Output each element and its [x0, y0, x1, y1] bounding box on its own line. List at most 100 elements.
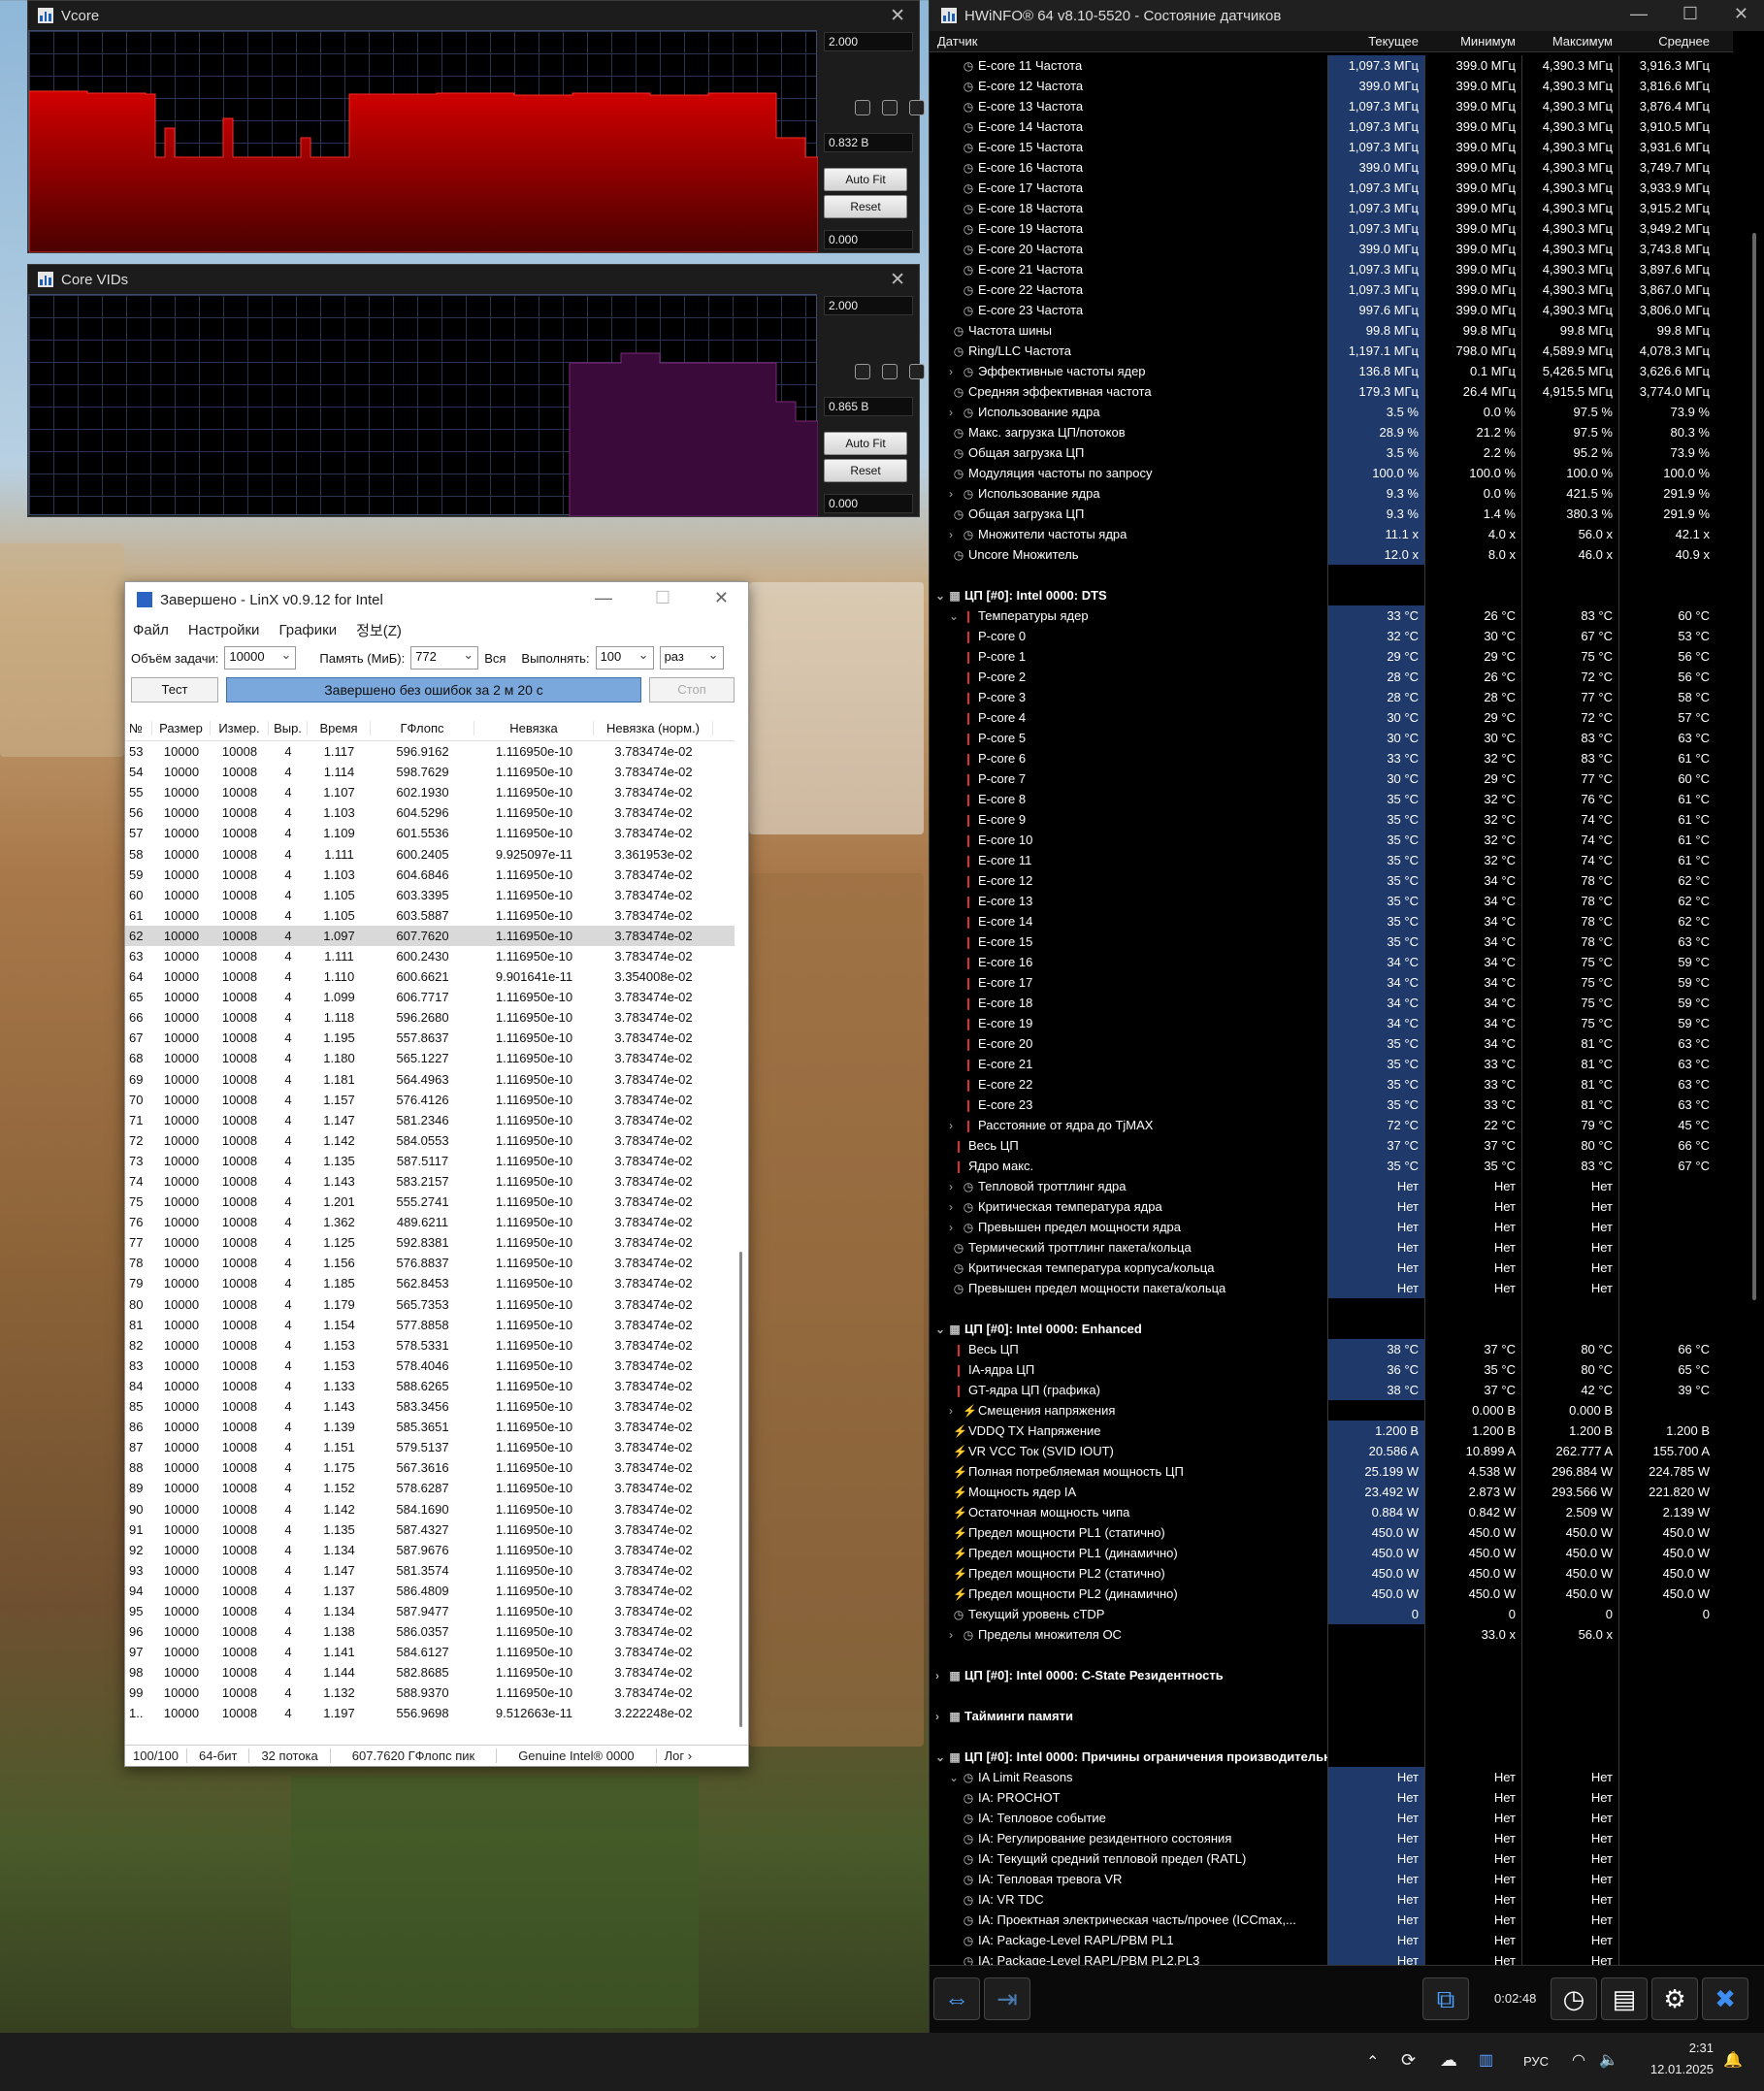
sensor-row[interactable]: ◷ E-core 23 Частота 997.6 МГц 399.0 МГц 4,39…	[930, 300, 1733, 320]
table-row[interactable]: 91 10000 10008 4 1.135 587.4327 1.116950e-10 3.…	[125, 1519, 735, 1540]
sensor-row[interactable]: ⚡VDDQ TX Напряжение 1.200 В 1.200 В 1.200 В…	[930, 1421, 1733, 1441]
hwinfo-tray-icon[interactable]: ▥	[1479, 2050, 1493, 2070]
table-row[interactable]: 59 10000 10008 4 1.103 604.6846 1.116950e-10 3.…	[125, 865, 735, 885]
chevron-right-icon[interactable]: ›	[949, 1221, 963, 1234]
close-icon[interactable]: ✕	[714, 588, 729, 608]
table-row[interactable]: 70 10000 10008 4 1.157 576.4126 1.116950e-10 3.…	[125, 1090, 735, 1110]
sensor-row[interactable]: ⌄ ❙ Температуры ядер 33 °C 26 °C 83 °C 60 °C	[930, 605, 1733, 626]
run-count-select[interactable]: 100	[595, 646, 654, 670]
sensor-row[interactable]: ◷ E-core 19 Частота 1,097.3 МГц 399.0 МГц 4,…	[930, 218, 1733, 239]
table-row[interactable]: 55 10000 10008 4 1.107 602.1930 1.116950e-10 3.…	[125, 782, 735, 802]
table-row[interactable]: 79 10000 10008 4 1.185 562.8453 1.116950e-10 3.…	[125, 1273, 735, 1293]
table-row[interactable]: 53 10000 10008 4 1.117 596.9162 1.116950e-10 3.…	[125, 741, 735, 762]
sensor-row[interactable]: ❙ IA-ядра ЦП 36 °C 35 °C 80 °C 65 °C	[930, 1359, 1733, 1380]
sensor-row[interactable]: › ❙ Расстояние от ядра до TjMAX 72 °C 22 °C 7…	[930, 1115, 1733, 1135]
clock-time[interactable]: 2:31	[1679, 2041, 1714, 2055]
sensor-row[interactable]: ❙ P-core 0 32 °C 30 °C 67 °C 53 °C	[930, 626, 1733, 646]
sensor-group-header[interactable]: › ▦ ЦП [#0]: Intel 0000: C-State Резидентн…	[930, 1665, 1733, 1685]
table-row[interactable]: 82 10000 10008 4 1.153 578.5331 1.116950e-10 3.…	[125, 1335, 735, 1356]
col-min[interactable]: Минимум	[1424, 34, 1521, 49]
sensor-row[interactable]: ❙ E-core 13 35 °C 34 °C 78 °C 62 °C	[930, 891, 1733, 911]
sensor-row[interactable]: ❙ E-core 22 35 °C 33 °C 81 °C 63 °C	[930, 1074, 1733, 1095]
sensor-row[interactable]: ◷ IA: Тепловое событие Нет Нет Нет	[930, 1808, 1733, 1828]
clock-date[interactable]: 12.01.2025	[1642, 2062, 1714, 2076]
sensor-row[interactable]: › ◷ Критическая температура ядра Нет Нет Нет	[930, 1196, 1733, 1217]
chevron-down-icon[interactable]: ⌄	[935, 589, 949, 603]
table-row[interactable]: 89 10000 10008 4 1.152 578.6287 1.116950e-10 3.…	[125, 1478, 735, 1498]
table-row[interactable]: 61 10000 10008 4 1.105 603.5887 1.116950e-10 3.…	[125, 905, 735, 926]
sensor-row[interactable]: ❙ P-core 7 30 °C 29 °C 77 °C 60 °C	[930, 768, 1733, 789]
col-residual[interactable]: Невязка	[474, 721, 594, 735]
chevron-down-icon[interactable]: ⌄	[949, 609, 963, 623]
sensor-row[interactable]: ◷ Превышен предел мощности пакета/кольца Н…	[930, 1278, 1733, 1298]
sensor-row[interactable]: ◷ E-core 14 Частота 1,097.3 МГц 399.0 МГц 4,…	[930, 116, 1733, 137]
sensor-row[interactable]: ❙ E-core 20 35 °C 34 °C 81 °C 63 °C	[930, 1033, 1733, 1054]
table-row[interactable]: 60 10000 10008 4 1.105 603.3395 1.116950e-10 3.…	[125, 885, 735, 905]
chevron-right-icon[interactable]: ›	[949, 1180, 963, 1193]
table-row[interactable]: 99 10000 10008 4 1.132 588.9370 1.116950e-10 3.…	[125, 1683, 735, 1703]
table-row[interactable]: 78 10000 10008 4 1.156 576.8837 1.116950e-10 3.…	[125, 1253, 735, 1273]
table-row[interactable]: 66 10000 10008 4 1.118 596.2680 1.116950e-10 3.…	[125, 1007, 735, 1028]
sensor-row[interactable]: ❙ Весь ЦП 38 °C 37 °C 80 °C 66 °C	[930, 1339, 1733, 1359]
sensor-row[interactable]: ❙ E-core 18 34 °C 34 °C 75 °C 59 °C	[930, 993, 1733, 1013]
menu-file[interactable]: Файл	[133, 622, 169, 638]
sensor-row[interactable]: › ◷ Использование ядра 9.3 % 0.0 % 421.5 % 291…	[930, 483, 1733, 504]
network-icon[interactable]: ⧉	[1422, 1977, 1469, 2020]
col-current[interactable]: Текущее	[1327, 34, 1424, 49]
graph-option-checkbox[interactable]	[882, 364, 898, 379]
sensor-scrollbar[interactable]	[1752, 233, 1756, 1300]
table-row[interactable]: 64 10000 10008 4 1.110 600.6621 9.901641e-11 3.…	[125, 966, 735, 987]
chevron-right-icon[interactable]: ›	[949, 1404, 963, 1418]
close-icon[interactable]: ✕	[890, 5, 905, 27]
sensor-row[interactable]: ◷ E-core 18 Частота 1,097.3 МГц 399.0 МГц 4,…	[930, 198, 1733, 218]
col-align[interactable]: Выр.	[269, 721, 308, 735]
chevron-right-icon[interactable]: ›	[949, 487, 963, 501]
close-icon[interactable]: ✕	[890, 269, 905, 291]
sensor-row[interactable]: ❙ P-core 1 29 °C 29 °C 75 °C 56 °C	[930, 646, 1733, 667]
chevron-up-icon[interactable]: ⌃	[1366, 2052, 1379, 2072]
table-row[interactable]: 83 10000 10008 4 1.153 578.4046 1.116950e-10 3.…	[125, 1356, 735, 1376]
chevron-down-icon[interactable]: ⌄	[935, 1750, 949, 1764]
sensor-group-header[interactable]: › ▦ Тайминги памяти	[930, 1706, 1733, 1726]
sensor-row[interactable]: › ◷ Эффективные частоты ядер 136.8 МГц 0.1 М…	[930, 361, 1733, 381]
col-size[interactable]: Размер	[152, 721, 211, 735]
chevron-right-icon[interactable]: ›	[949, 1628, 963, 1642]
col-sensor[interactable]: Датчик	[930, 34, 1327, 49]
sensor-row[interactable]: ◷ IA: VR TDC Нет Нет Нет	[930, 1889, 1733, 1910]
table-row[interactable]: 97 10000 10008 4 1.141 584.6127 1.116950e-10 3.…	[125, 1642, 735, 1662]
col-dim[interactable]: Измер.	[211, 721, 269, 735]
table-row[interactable]: 62 10000 10008 4 1.097 607.7620 1.116950e-10 3.…	[125, 925, 735, 946]
sensor-row[interactable]: › ◷ Множители частоты ядра 11.1 x 4.0 x 56.0 …	[930, 524, 1733, 544]
notification-bell-icon[interactable]: 🔔	[1723, 2050, 1743, 2070]
sensor-row[interactable]: ◷ Uncore Множитель 12.0 x 8.0 x 46.0 x 40.9 x	[930, 544, 1733, 565]
scale-max[interactable]: 2.000	[824, 32, 913, 51]
sensor-row[interactable]: ⚡Остаточная мощность чипа 0.884 W 0.842 W2…	[930, 1502, 1733, 1522]
scale-min[interactable]: 0.000	[824, 230, 913, 249]
table-row[interactable]: 72 10000 10008 4 1.142 584.0553 1.116950e-10 3.…	[125, 1130, 735, 1151]
sensor-row[interactable]: ❙ E-core 19 34 °C 34 °C 75 °C 59 °C	[930, 1013, 1733, 1033]
run-unit-select[interactable]: раз	[659, 646, 724, 670]
mem-select[interactable]: 772	[410, 646, 479, 670]
sensor-row[interactable]: ◷ E-core 21 Частота 1,097.3 МГц 399.0 МГц 4,…	[930, 259, 1733, 279]
chevron-right-icon[interactable]: ›	[949, 406, 963, 419]
linx-titlebar[interactable]: Завершено - LinX v0.9.12 for Intel — ☐ ✕	[125, 582, 748, 617]
sensor-row[interactable]: ◷ E-core 12 Частота 399.0 МГц 399.0 МГц 4,39…	[930, 76, 1733, 96]
reset-button[interactable]: Reset	[824, 459, 907, 482]
sensor-row[interactable]: ❙ P-core 4 30 °C 29 °C 72 °C 57 °C	[930, 707, 1733, 728]
vcore-titlebar[interactable]: Vcore ✕	[28, 1, 919, 30]
table-row[interactable]: 86 10000 10008 4 1.139 585.3651 1.116950e-10 3.…	[125, 1417, 735, 1437]
menu-settings[interactable]: Настройки	[188, 622, 260, 638]
graph-option-checkbox[interactable]	[882, 100, 898, 115]
table-row[interactable]: 77 10000 10008 4 1.125 592.8381 1.116950e-10 3.…	[125, 1232, 735, 1253]
table-row[interactable]: 80 10000 10008 4 1.179 565.7353 1.116950e-10 3.…	[125, 1294, 735, 1315]
table-row[interactable]: 57 10000 10008 4 1.109 601.5536 1.116950e-10 3.…	[125, 823, 735, 843]
sensor-row[interactable]: › ◷ Использование ядра 3.5 % 0.0 % 97.5 % 73.9…	[930, 402, 1733, 422]
size-select[interactable]: 10000	[224, 646, 297, 670]
table-row[interactable]: 90 10000 10008 4 1.142 584.1690 1.116950e-10 3.…	[125, 1498, 735, 1519]
sensor-row[interactable]: ❙ GT-ядра ЦП (графика) 38 °C 37 °C 42 °C 39 °…	[930, 1380, 1733, 1400]
sensor-row[interactable]: ◷ Критическая температура корпуса/кольца Н…	[930, 1258, 1733, 1278]
chevron-down-icon[interactable]: ⌄	[949, 1771, 963, 1784]
sensor-row[interactable]: ◷ IA: Package-Level RAPL/PBM PL1 Нет Нет Нет	[930, 1930, 1733, 1950]
sensor-row[interactable]: ❙ E-core 17 34 °C 34 °C 75 °C 59 °C	[930, 972, 1733, 993]
table-row[interactable]: 93 10000 10008 4 1.147 581.3574 1.116950e-10 3.…	[125, 1560, 735, 1581]
